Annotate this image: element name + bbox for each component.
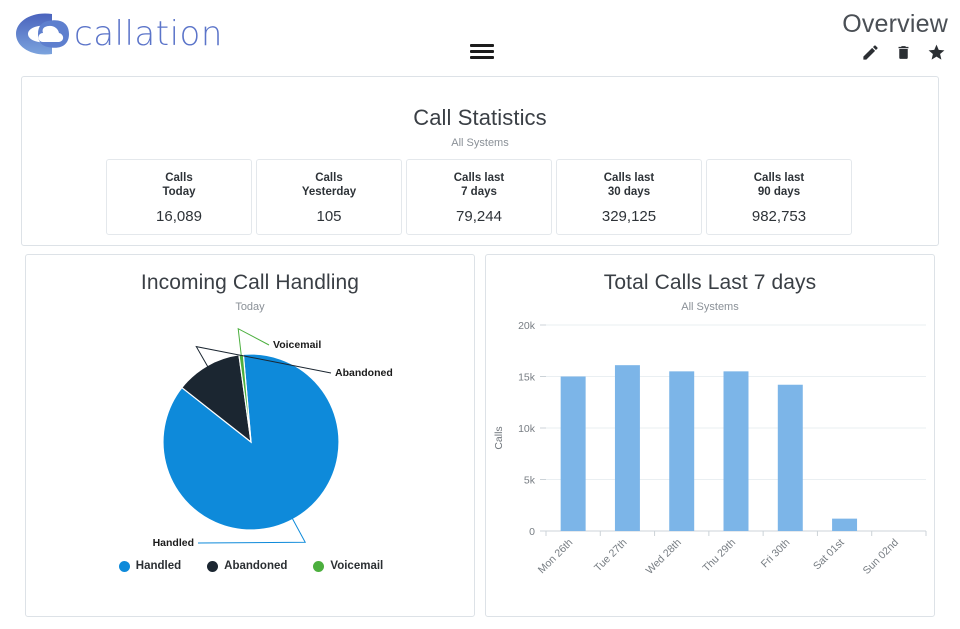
callout-connector (237, 327, 270, 357)
stat-card-value: 329,125 (601, 208, 657, 225)
x-axis-label: Mon 26th (536, 537, 576, 577)
y-axis-label: 5k (524, 475, 536, 487)
x-axis-label: Thu 29th (700, 537, 738, 575)
trash-icon (898, 46, 909, 59)
bar-chart-stage: 0 5k 10k 15k 20k Mon 26th Tue 27th Wed 28th Thu … (486, 313, 936, 613)
x-axis-label: Tue 27th (592, 537, 630, 575)
callation-c-logo-icon (16, 13, 69, 55)
legend-item-voicemail[interactable]: Voicemail (313, 560, 383, 572)
edit-button[interactable] (861, 43, 880, 62)
pie-chart-subtitle: Today (235, 301, 265, 313)
star-icon (928, 44, 945, 60)
stat-card-value: 105 (316, 208, 342, 225)
delete-button[interactable] (895, 43, 912, 62)
stat-card-label: Calls last 90 days (753, 172, 805, 199)
total-calls-last-7-days-panel: Total Calls Last 7 days All Systems 0 5k 1… (485, 254, 935, 617)
bar-fri-30th[interactable] (777, 384, 803, 531)
pie-callout-voicemail: Voicemail (273, 339, 321, 351)
pie-chart-stage: Voicemail Abandoned Handled (26, 315, 476, 560)
y-axis-label: 15k (518, 372, 536, 384)
hamburger-menu-icon[interactable] (470, 44, 494, 60)
title-actions (861, 43, 946, 62)
stat-card-calls-last-90-days[interactable]: Calls last 90 days 982,753 (706, 159, 852, 235)
x-axis-label: Sun 02nd (861, 537, 901, 577)
bar-chart[interactable]: 0 5k 10k 15k 20k Mon 26th Tue 27th Wed 28th Thu … (486, 313, 936, 613)
legend-color-swatch (118, 560, 130, 572)
x-axis-label: Fri 30th (759, 537, 793, 571)
bar-chart-title: Total Calls Last 7 days (603, 271, 817, 294)
call-statistics-panel: Call Statistics All Systems Calls Today … (21, 76, 939, 246)
x-axis-label: Wed 28th (644, 537, 684, 577)
legend-color-swatch (313, 560, 325, 572)
y-axis-title: Calls (493, 426, 505, 449)
y-axis-label: 10k (518, 423, 536, 435)
legend-label: Abandoned (224, 560, 288, 572)
stat-card-label: Calls last 30 days (603, 172, 655, 199)
legend-label: Voicemail (330, 560, 384, 572)
bar-chart-subtitle: All Systems (681, 301, 739, 313)
brand-name: callation (74, 14, 223, 54)
bar-tue-27th[interactable] (614, 365, 640, 531)
stat-card-value: 79,244 (456, 208, 502, 225)
call-statistics-title: Call Statistics (413, 105, 547, 130)
brand-logo[interactable]: callation (12, 8, 223, 60)
stat-card-value: 16,089 (156, 208, 202, 225)
legend-label: Handled (135, 560, 182, 572)
y-axis-label: 0 (529, 526, 535, 538)
call-statistics-subtitle: All Systems (451, 137, 509, 149)
pie-chart-title: Incoming Call Handling (140, 271, 360, 294)
stat-card-label: Calls Today (162, 172, 196, 199)
stat-card-calls-last-30-days[interactable]: Calls last 30 days 329,125 (556, 159, 702, 235)
stat-card-calls-last-7-days[interactable]: Calls last 7 days 79,244 (406, 159, 552, 235)
incoming-call-handling-panel: Incoming Call Handling Today Voicemail Ab… (25, 254, 475, 617)
page-title: Overview (842, 10, 948, 38)
pie-callout-handled: Handled (153, 537, 194, 549)
y-axis-label: 20k (518, 320, 536, 332)
legend-item-handled[interactable]: Handled (118, 560, 182, 572)
stat-card-calls-yesterday[interactable]: Calls Yesterday 105 (256, 159, 402, 235)
bar-sat-01st[interactable] (832, 518, 858, 531)
stat-card-calls-today[interactable]: Calls Today 16,089 (106, 159, 252, 235)
app-header: callation Overview (0, 0, 960, 72)
bar-mon-26th[interactable] (560, 376, 586, 532)
bar-thu-29th[interactable] (723, 371, 749, 531)
stat-card-label: Calls Yesterday (301, 172, 357, 199)
pie-chart[interactable]: Voicemail Abandoned Handled (26, 315, 476, 560)
favorite-button[interactable] (927, 43, 946, 62)
stat-card-row: Calls Today 16,089 Calls Yesterday 105 C… (106, 159, 856, 235)
legend-item-abandoned[interactable]: Abandoned (207, 560, 287, 572)
stat-card-value: 982,753 (751, 208, 807, 225)
pencil-icon (863, 45, 878, 60)
pie-chart-legend: Handled Abandoned Voicemail (26, 560, 476, 572)
legend-color-swatch (207, 560, 219, 572)
stat-card-label: Calls last 7 days (453, 172, 505, 199)
bar-wed-28th[interactable] (669, 371, 695, 531)
pie-callout-abandoned: Abandoned (335, 367, 393, 379)
x-axis-label: Sat 01st (811, 537, 847, 573)
